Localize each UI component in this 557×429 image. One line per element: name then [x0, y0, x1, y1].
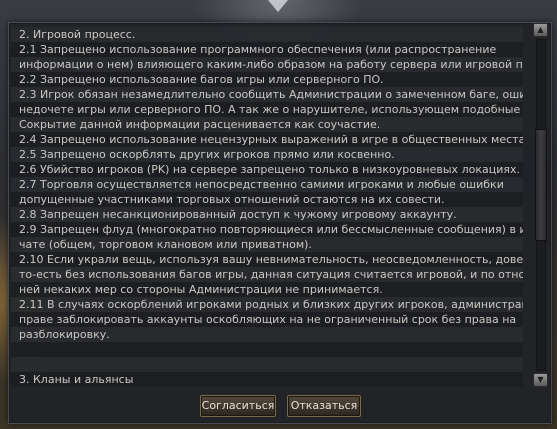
rules-line: ней некаких мер со стороны Администрации…	[11, 282, 523, 297]
rules-line: 2.6 Убийство игроков (PK) на сервере зап…	[11, 162, 523, 177]
rules-line: 2.9 Запрещен флуд (многократно повторяющ…	[11, 222, 523, 237]
rules-line: разблокировку.	[11, 327, 523, 342]
rules-dialog: 2. Игровой процесс. 2.1 Запрещено исполь…	[8, 22, 552, 424]
rules-line: 2.8 Запрещен несанкционированный доступ …	[11, 207, 523, 222]
rules-line: то-есть без использования багов игры, да…	[11, 267, 523, 282]
decline-button[interactable]: Отказаться	[287, 395, 361, 417]
arrow-down-icon[interactable]: ▼	[533, 373, 548, 387]
rules-line: 2.3 Игрок обязан незамедлительно сообщит…	[11, 87, 523, 102]
rules-line: 2.7 Торговля осуществляется непосредстве…	[11, 177, 523, 192]
rules-line: 2.4 Запрещено использование нецензурных …	[11, 132, 523, 147]
rules-line: 2.2 Запрещено использование багов игры и…	[11, 72, 523, 87]
agree-button[interactable]: Согласиться	[200, 395, 276, 417]
rules-line: 2.5 Запрещено оскорблять других игроков …	[11, 147, 523, 162]
rules-line: 2. Игровой процесс.	[11, 27, 523, 42]
rules-line: 2.11 В случаях оскорблений игроками родн…	[11, 297, 523, 312]
rules-text-area[interactable]: 2. Игровой процесс. 2.1 Запрещено исполь…	[11, 27, 523, 387]
scrollbar-thumb[interactable]	[535, 129, 547, 241]
rules-line: чате (общем, торговом клановом или прива…	[11, 237, 523, 252]
background-spike-decoration	[268, 0, 288, 12]
rules-line: недочете игры или серверного ПО. А так ж…	[11, 102, 523, 117]
rules-line: праве заблокировать аккаунты оскобляющих…	[11, 312, 523, 327]
next-section-heading: 3. Кланы и альянсы	[11, 372, 523, 387]
rules-line: допущенные участниками торговых отношени…	[11, 192, 523, 207]
blank-line	[11, 342, 523, 357]
vertical-scrollbar[interactable]: ▲ ▼	[533, 23, 548, 387]
arrow-up-icon[interactable]: ▲	[533, 23, 548, 37]
rules-line: 2.10 Если украли вещь, используя вашу не…	[11, 252, 523, 267]
rules-line: Сокрытие данной информации расценивается…	[11, 117, 523, 132]
rules-line: информации о нем) влияющего каким-либо о…	[11, 57, 523, 72]
rules-line: 2.1 Запрещено использование программного…	[11, 42, 523, 57]
